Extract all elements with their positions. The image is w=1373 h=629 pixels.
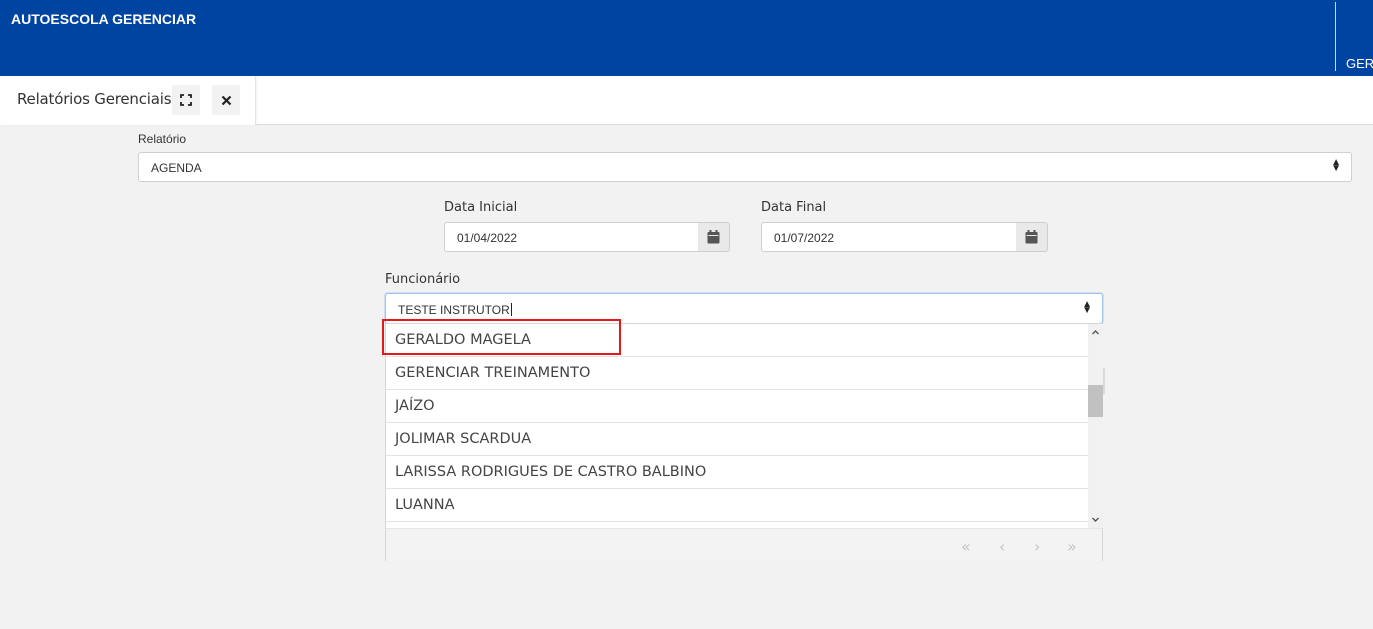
expand-icon[interactable] — [172, 85, 200, 115]
data-final-label: Data Final — [761, 200, 827, 215]
data-inicial-label: Data Inicial — [444, 200, 518, 215]
list-item[interactable]: GERENCIAR TREINAMENTO — [386, 357, 1088, 390]
funcionario-options: GERALDO MAGELA GERENCIAR TREINAMENTO JAÍ… — [386, 324, 1088, 528]
header-divider — [1335, 2, 1336, 71]
select-arrows-icon: ▲ ▼ — [1082, 299, 1092, 316]
relatorio-select[interactable]: AGENDA ▲ ▼ — [138, 152, 1352, 182]
list-item[interactable]: JAÍZO — [386, 390, 1088, 423]
data-final-value: 01/07/2022 — [774, 231, 835, 245]
app-header: AUTOESCOLA GERENCIAR GER — [0, 0, 1373, 76]
last-page-button[interactable]: » — [1067, 537, 1077, 556]
funcionario-label: Funcionário — [385, 272, 461, 287]
first-page-button[interactable]: « — [961, 537, 971, 556]
data-inicial-value: 01/04/2022 — [457, 231, 518, 245]
data-inicial-input[interactable]: 01/04/2022 — [444, 222, 699, 252]
calendar-icon[interactable] — [1016, 222, 1048, 252]
list-item[interactable]: LUANNA — [386, 489, 1088, 522]
dropdown-scrollbar[interactable] — [1088, 324, 1103, 528]
next-page-button[interactable]: › — [1034, 537, 1040, 556]
app-title: AUTOESCOLA GERENCIAR — [11, 11, 197, 27]
relatorio-label: Relatório — [138, 132, 187, 146]
tab-strip: Relatórios Gerenciais — [0, 76, 1373, 125]
scrollbar-thumb[interactable] — [1088, 385, 1103, 417]
chevron-up-icon[interactable] — [1091, 328, 1100, 337]
relatorio-value: AGENDA — [151, 161, 202, 175]
tab-label: Relatórios Gerenciais — [17, 90, 172, 108]
funcionario-dropdown: GERALDO MAGELA GERENCIAR TREINAMENTO JAÍ… — [385, 323, 1103, 561]
list-item[interactable]: GERALDO MAGELA — [386, 324, 1088, 357]
funcionario-select[interactable]: TESTE INSTRUTOR ▲ ▼ — [385, 293, 1103, 324]
data-final-input[interactable]: 01/07/2022 — [761, 222, 1017, 252]
close-icon[interactable] — [212, 85, 240, 115]
funcionario-value: TESTE INSTRUTOR — [398, 303, 512, 317]
dropdown-pager: « ‹ › » — [386, 528, 1102, 561]
user-menu[interactable]: GER — [1346, 56, 1373, 71]
list-item[interactable]: JOLIMAR SCARDUA — [386, 423, 1088, 456]
chevron-down-icon[interactable] — [1091, 515, 1100, 524]
calendar-icon[interactable] — [698, 222, 730, 252]
tab-relatorios-gerenciais[interactable]: Relatórios Gerenciais — [0, 76, 256, 125]
prev-page-button[interactable]: ‹ — [999, 537, 1005, 556]
select-arrows-icon: ▲ ▼ — [1331, 157, 1341, 174]
list-item[interactable]: LARISSA RODRIGUES DE CASTRO BALBINO — [386, 456, 1088, 489]
